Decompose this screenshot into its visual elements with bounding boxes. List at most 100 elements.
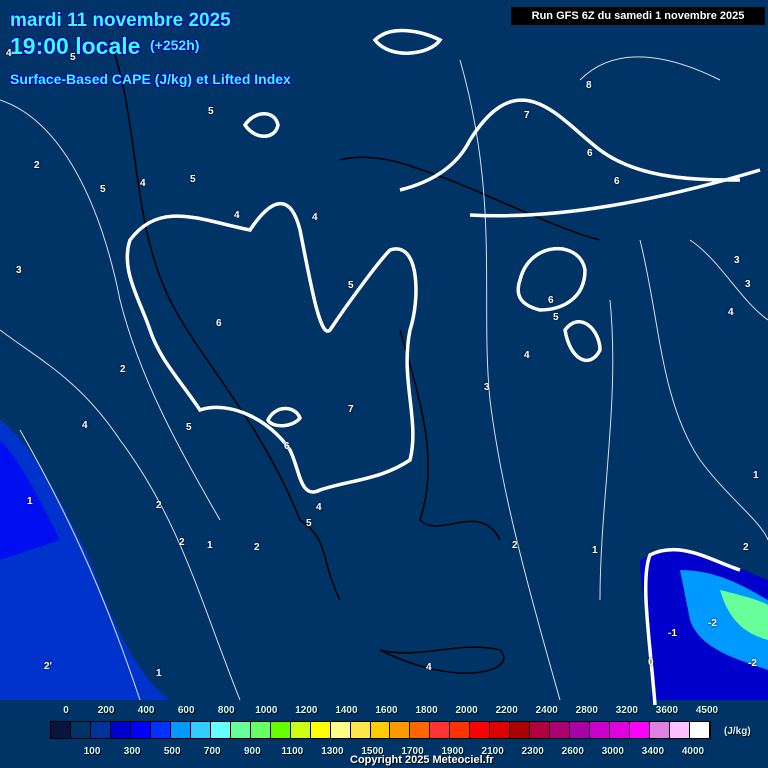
- scale-label: 2000: [455, 705, 478, 716]
- contour-label: 5: [208, 106, 214, 117]
- contour-label: 1: [592, 545, 598, 556]
- contour-label: 2: [254, 542, 260, 553]
- scale-label: 2600: [561, 746, 584, 757]
- scale-swatch: [170, 722, 191, 738]
- scale-swatch: [570, 722, 591, 738]
- contour-label: 2: [120, 364, 126, 375]
- contour-label: 4: [728, 307, 734, 318]
- scale-label: 1200: [295, 705, 318, 716]
- scale-swatch: [250, 722, 271, 738]
- cape-map: [0, 28, 768, 706]
- contour-label: 5: [100, 184, 106, 195]
- contour-label: 4: [140, 178, 146, 189]
- scale-swatch: [690, 722, 710, 738]
- forecast-date: mardi 11 novembre 2025: [10, 10, 231, 31]
- scale-label: 1600: [375, 705, 398, 716]
- contour-label: 6: [587, 148, 593, 159]
- contour-label: 5: [186, 422, 192, 433]
- contour-label: 3: [16, 265, 22, 276]
- contour-label: 5: [190, 174, 196, 185]
- contour-label: 2': [44, 661, 52, 672]
- scale-swatch: [270, 722, 291, 738]
- contour-label: 4: [426, 662, 432, 673]
- scale-label: 500: [163, 746, 181, 757]
- scale-swatch: [290, 722, 311, 738]
- scale-swatch: [470, 722, 491, 738]
- scale-swatch: [390, 722, 411, 738]
- contour-label: 2: [156, 500, 162, 511]
- contour-label: 4: [524, 350, 530, 361]
- scale-swatch: [310, 722, 331, 738]
- scale-label: 600: [177, 705, 195, 716]
- contour-label: 2: [512, 540, 518, 551]
- contour-label: 8: [586, 80, 592, 91]
- scale-swatch: [670, 722, 690, 738]
- scale-label: 3400: [641, 746, 665, 757]
- scale-swatch: [350, 722, 371, 738]
- scale-label: 2800: [575, 705, 598, 716]
- scale-swatch: [450, 722, 471, 738]
- scale-swatch: [90, 722, 111, 738]
- scale-label: 1000: [255, 705, 278, 716]
- scale-swatch: [490, 722, 511, 738]
- scale-swatch: [110, 722, 131, 738]
- contour-label: 7: [348, 404, 354, 415]
- scale-swatch: [510, 722, 531, 738]
- scale-label: 800: [217, 705, 235, 716]
- contour-label: 1: [156, 668, 162, 679]
- scale-swatch: [230, 722, 251, 738]
- contour-label: 1: [27, 496, 33, 507]
- scale-swatch: [51, 722, 71, 738]
- contour-label: 6: [284, 441, 290, 452]
- scale-swatch: [410, 722, 431, 738]
- contour-label: 4: [82, 420, 88, 431]
- scale-label: 300: [123, 746, 141, 757]
- color-scale: [50, 721, 711, 739]
- contour-label: 5: [70, 52, 76, 63]
- forecast-lead-time: (+252h): [150, 37, 200, 53]
- scale-label: 900: [243, 746, 261, 757]
- contour-label: 4: [234, 210, 240, 221]
- cape-area-west: [0, 420, 170, 700]
- copyright: Copyright 2025 Meteociel.fr: [350, 754, 494, 766]
- contour-label: 2: [179, 537, 185, 548]
- contour-label: 5: [306, 518, 312, 529]
- scale-label: 3600: [655, 705, 679, 716]
- contour-label: 6: [216, 318, 222, 329]
- scale-label: 1400: [335, 705, 358, 716]
- contour-label: 1: [207, 540, 213, 551]
- scale-label: 200: [97, 705, 115, 716]
- contour-label: 6: [548, 295, 554, 306]
- scale-swatch: [530, 722, 551, 738]
- contour-label: 4: [316, 502, 322, 513]
- contour-label: 5: [348, 280, 354, 291]
- scale-label: 4500: [695, 705, 719, 716]
- contour-label: 4: [312, 212, 318, 223]
- scale-label: 400: [137, 705, 155, 716]
- scale-label: 4000: [681, 746, 705, 757]
- scale-label: 1100: [281, 746, 304, 757]
- contour-label: 0: [648, 657, 654, 668]
- scale-label: 2400: [535, 705, 558, 716]
- scale-swatch: [650, 722, 671, 738]
- scale-label: 2300: [521, 746, 544, 757]
- scale-swatch: [130, 722, 151, 738]
- scale-swatch: [370, 722, 391, 738]
- scale-label: 1800: [415, 705, 438, 716]
- contour-label: 6: [614, 176, 620, 187]
- scale-swatch: [610, 722, 631, 738]
- scale-label: 700: [203, 746, 221, 757]
- scale-swatch: [70, 722, 91, 738]
- contour-label: 3: [734, 255, 740, 266]
- scale-label: 1300: [321, 746, 344, 757]
- scale-swatch: [210, 722, 231, 738]
- contour-label: -1: [668, 628, 677, 639]
- scale-swatch: [590, 722, 611, 738]
- scale-unit: (J/kg): [724, 726, 751, 737]
- contour-label: -2: [748, 658, 757, 669]
- scale-label: 100: [83, 746, 101, 757]
- scale-label: 3200: [615, 705, 638, 716]
- contour-label: 7: [524, 110, 530, 121]
- scale-swatch: [330, 722, 351, 738]
- contour-label: 3: [745, 279, 751, 290]
